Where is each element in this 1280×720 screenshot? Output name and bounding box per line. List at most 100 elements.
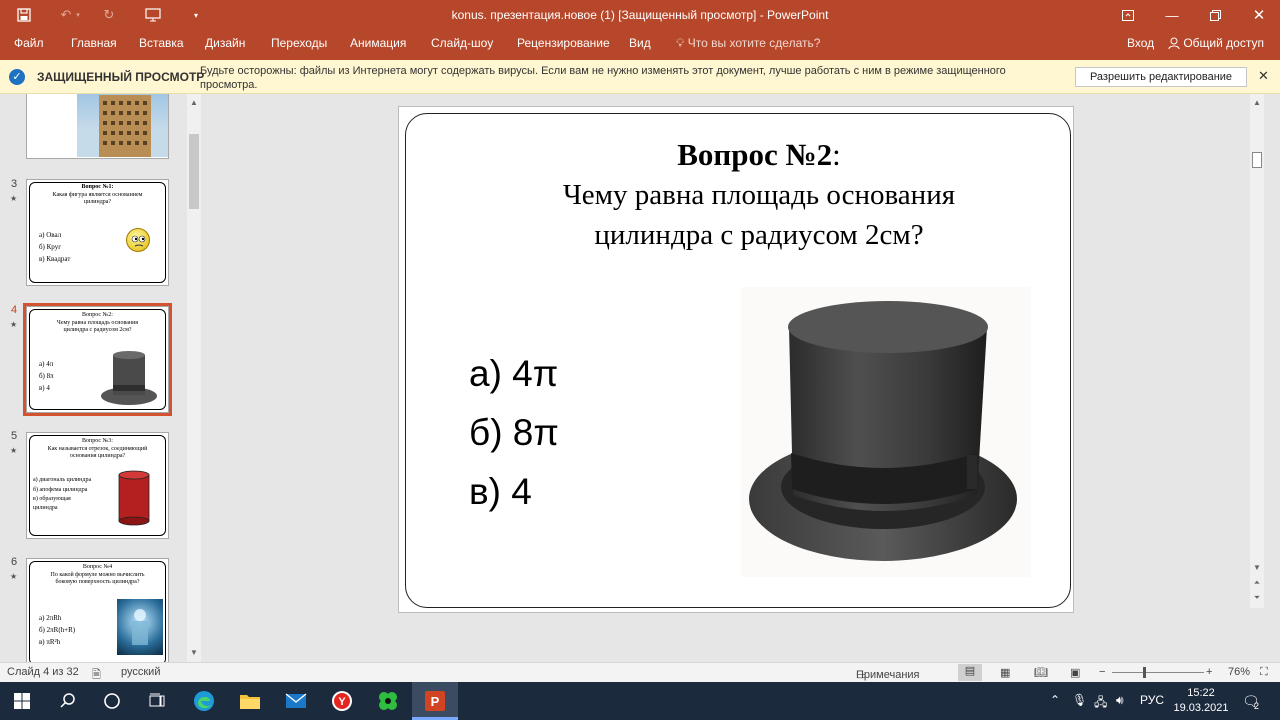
animation-star-icon: ★ [10,446,18,455]
tab-transitions[interactable]: Переходы [271,36,327,50]
share-button[interactable]: Общий доступ [1168,36,1264,50]
close-message-bar-icon[interactable]: ✕ [1258,68,1269,84]
animation-star-icon: ★ [10,194,18,203]
thumbnail-answer: в) πR²h [39,638,61,646]
thumbnail-answer: б) 8π [39,372,54,380]
top-hat-thumbnail-image [99,349,159,407]
search-icon[interactable] [54,687,82,715]
fit-slide-icon[interactable]: ⛶ [1260,666,1268,679]
tab-view[interactable]: Вид [629,36,651,50]
shield-icon: ✓ [9,69,25,85]
thumbnail-answer: а) 4π [39,360,54,368]
slide-number-5: 5 [11,430,18,442]
tab-insert[interactable]: Вставка [139,36,184,50]
file-explorer-icon[interactable] [236,687,264,715]
input-language[interactable]: РУС [1140,693,1164,707]
answer-b: б) 8π [469,412,559,453]
cortana-icon[interactable] [98,687,126,715]
thumbnail-title: Вопрос №4 [82,564,113,570]
thumbnail-title: Вопрос №3: [82,438,113,444]
slide-title-colon: : [832,137,841,172]
task-view-icon[interactable] [143,687,171,715]
slide-thumbnail-3[interactable]: Вопрос №1: Какая фигура является основан… [26,179,169,286]
thumbnail-question: По какой формуле можно вычислить боковую… [50,572,145,585]
slideshow-view-icon[interactable]: ▣ [1070,666,1080,679]
restore-icon[interactable] [1205,5,1225,25]
tab-design[interactable]: Дизайн [205,36,245,50]
scroll-down-icon[interactable]: ▼ [187,648,201,657]
thumbnail-answer: в) образующая цилиндра [33,496,71,511]
zoom-slider[interactable] [1112,672,1204,673]
notification-count: 2 [1254,701,1260,711]
slide-sorter-icon[interactable]: ▦ [1000,666,1010,679]
microphone-icon[interactable]: 🎙︎ [1072,693,1087,707]
scrollbar-thumb[interactable] [1252,152,1262,168]
window-title: konus. презентация.новое (1) [Защищенный… [451,8,829,22]
enable-editing-button[interactable]: Разрешить редактирование [1075,67,1247,87]
language-indicator[interactable]: русский [121,666,160,678]
clock-date: 19.03.2021 [1173,702,1229,714]
scroll-up-icon[interactable]: ▲ [1250,98,1264,107]
reading-view-icon[interactable]: 📖︎ [1034,666,1048,679]
notes-label: Примечания [856,669,920,681]
tab-slideshow[interactable]: Слайд-шоу [431,36,493,50]
system-clock[interactable]: 15:22 19.03.2021 [1172,686,1230,716]
sign-in-link[interactable]: Вход [1127,36,1154,50]
tab-animations[interactable]: Анимация [350,36,406,50]
title-bar: ↶ ▾ ↻ ▾ konus. презентация.новое (1) [За… [0,0,1280,30]
network-icon[interactable]: 🖧︎ [1094,693,1107,714]
zoom-level[interactable]: 76% [1228,666,1250,678]
thumbnail-answer: в) Квадрат [39,255,71,263]
slide-thumbnail-2[interactable] [26,94,169,159]
slide-number-4: 4 [11,304,18,316]
animation-star-icon: ★ [10,320,18,329]
minimize-icon[interactable]: — [1162,5,1182,25]
thumbnail-scrollbar[interactable]: ▲ ▼ [187,94,201,662]
thumbnail-answer: а) Овал [39,231,62,239]
zoom-slider-handle[interactable] [1143,667,1146,678]
scroll-down-icon[interactable]: ▼ [1250,563,1264,572]
question-line-1: Чему равна площадь основания [562,179,956,211]
slide-title: Вопрос №2: [509,135,1009,175]
current-slide[interactable]: Вопрос №2: Чему равна площадь основания … [398,106,1074,613]
tab-review[interactable]: Рецензирование [517,36,610,50]
show-hidden-icons-icon[interactable]: ⌃ [1050,693,1060,707]
tell-me-box[interactable]: 💡︎ Что вы хотите сделать? [676,36,820,51]
slide-title-bold: Вопрос №2 [677,137,833,172]
mail-icon[interactable] [282,687,310,715]
edge-browser-icon[interactable] [190,687,218,715]
zoom-in-icon[interactable]: + [1206,666,1212,678]
windows-taskbar: Y P ⌃ 🎙︎ 🖧︎ 🔊︎ РУС 15:22 19.03.2021 🗨︎ 2 [0,682,1280,720]
slide-editing-area: Вопрос №2: Чему равна площадь основания … [206,94,1264,662]
share-label: Общий доступ [1183,36,1264,50]
svg-text:P: P [431,694,440,709]
question-line-2: цилиндра с радиусом 2см? [594,219,924,251]
tab-home[interactable]: Главная [71,36,117,50]
building-image [77,94,168,157]
slide-thumbnail-4[interactable]: Вопрос №2: Чему равна площадь основания … [26,306,169,413]
yandex-browser-icon[interactable]: Y [328,687,356,715]
slide-counter[interactable]: Слайд 4 из 32 [7,666,79,678]
normal-view-icon[interactable]: ▤ [958,664,982,681]
scroll-up-icon[interactable]: ▲ [187,98,201,107]
tab-file[interactable]: Файл [14,36,44,50]
slide-scrollbar[interactable]: ▲ ▼ ⏶ ⏷ [1250,94,1264,608]
close-icon[interactable]: ✕ [1249,5,1269,25]
red-cylinder-image [117,469,151,527]
previous-slide-icon[interactable]: ⏶ [1250,578,1264,588]
slide-thumbnail-5[interactable]: Вопрос №3: Как называется отрезок, соеди… [26,432,169,539]
clover-app-icon[interactable] [374,687,402,715]
thumbnail-title: Вопрос №2: [82,312,113,318]
status-bar: Слайд 4 из 32 🗎︎ русский ▭ Примечания ▤ … [0,662,1280,682]
powerpoint-icon[interactable]: P [421,687,449,715]
ribbon-display-options-icon[interactable] [1118,5,1138,25]
next-slide-icon[interactable]: ⏷ [1250,593,1264,603]
windows-start-icon[interactable] [8,687,36,715]
scrollbar-thumb[interactable] [189,134,199,209]
volume-icon[interactable]: 🔊︎ [1116,693,1124,708]
thumbnail-question: Какая фигура является основанием цилиндр… [52,192,143,205]
slide-thumbnail-6[interactable]: Вопрос №4 По какой формуле можно вычисли… [26,558,169,662]
answer-a: а) 4π [469,353,559,394]
thumbnail-question: Как называется отрезок, соединяющий осно… [47,446,148,459]
zoom-out-icon[interactable]: − [1099,666,1105,678]
